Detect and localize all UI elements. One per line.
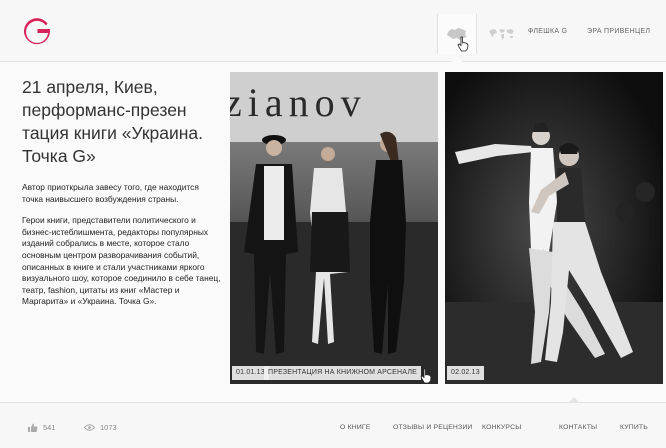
- active-tab-notch: [451, 56, 463, 62]
- world-map-icon: [489, 29, 514, 40]
- photo-presentation[interactable]: zianov: [230, 72, 438, 384]
- footer-link-contacts[interactable]: Контакты: [559, 424, 597, 431]
- footer-link-contests[interactable]: Конкурсы: [482, 424, 521, 431]
- footer-link-reviews[interactable]: Отзывы и рецензии: [393, 424, 473, 431]
- photo-1-caption[interactable]: Презентация на книжном арсенале: [264, 366, 421, 380]
- footer: 541 1073 О книге Отзывы и рецензии Конку…: [0, 402, 666, 448]
- likes-stat[interactable]: 541: [28, 423, 56, 432]
- backdrop-text: zianov: [230, 80, 367, 125]
- article-text: 21 апреля, Киев, перформанс-презен тация…: [22, 76, 222, 308]
- likes-count: 541: [43, 423, 56, 432]
- hand-cursor-icon: [457, 36, 469, 52]
- views-stat: 1073: [84, 423, 117, 432]
- header: Флешка G Эра Привенцел: [0, 0, 666, 62]
- hand-cursor-icon: [420, 368, 432, 384]
- article-body: Герои книги, представители политического…: [22, 215, 221, 307]
- world-map-tab[interactable]: [481, 14, 521, 54]
- footer-link-buy[interactable]: Купить: [620, 424, 648, 431]
- nav-link-flash-g[interactable]: Флешка G: [528, 28, 567, 35]
- photo-2-date: 02.02.13: [447, 366, 484, 380]
- dance-photo: [445, 72, 663, 384]
- footer-link-about[interactable]: О книге: [340, 424, 371, 431]
- logo-icon[interactable]: [22, 16, 52, 46]
- nav-link-era[interactable]: Эра Привенцел: [587, 28, 650, 35]
- thumbs-up-icon: [28, 423, 38, 432]
- article-title: 21 апреля, Киев, перформанс-презен тация…: [22, 77, 204, 166]
- eye-icon: [84, 424, 95, 431]
- views-count: 1073: [100, 423, 117, 432]
- runway-photo: zianov: [230, 72, 438, 384]
- article-intro: Автор приоткрыла завесу того, где находи…: [22, 182, 199, 204]
- photo-dance[interactable]: [445, 72, 663, 384]
